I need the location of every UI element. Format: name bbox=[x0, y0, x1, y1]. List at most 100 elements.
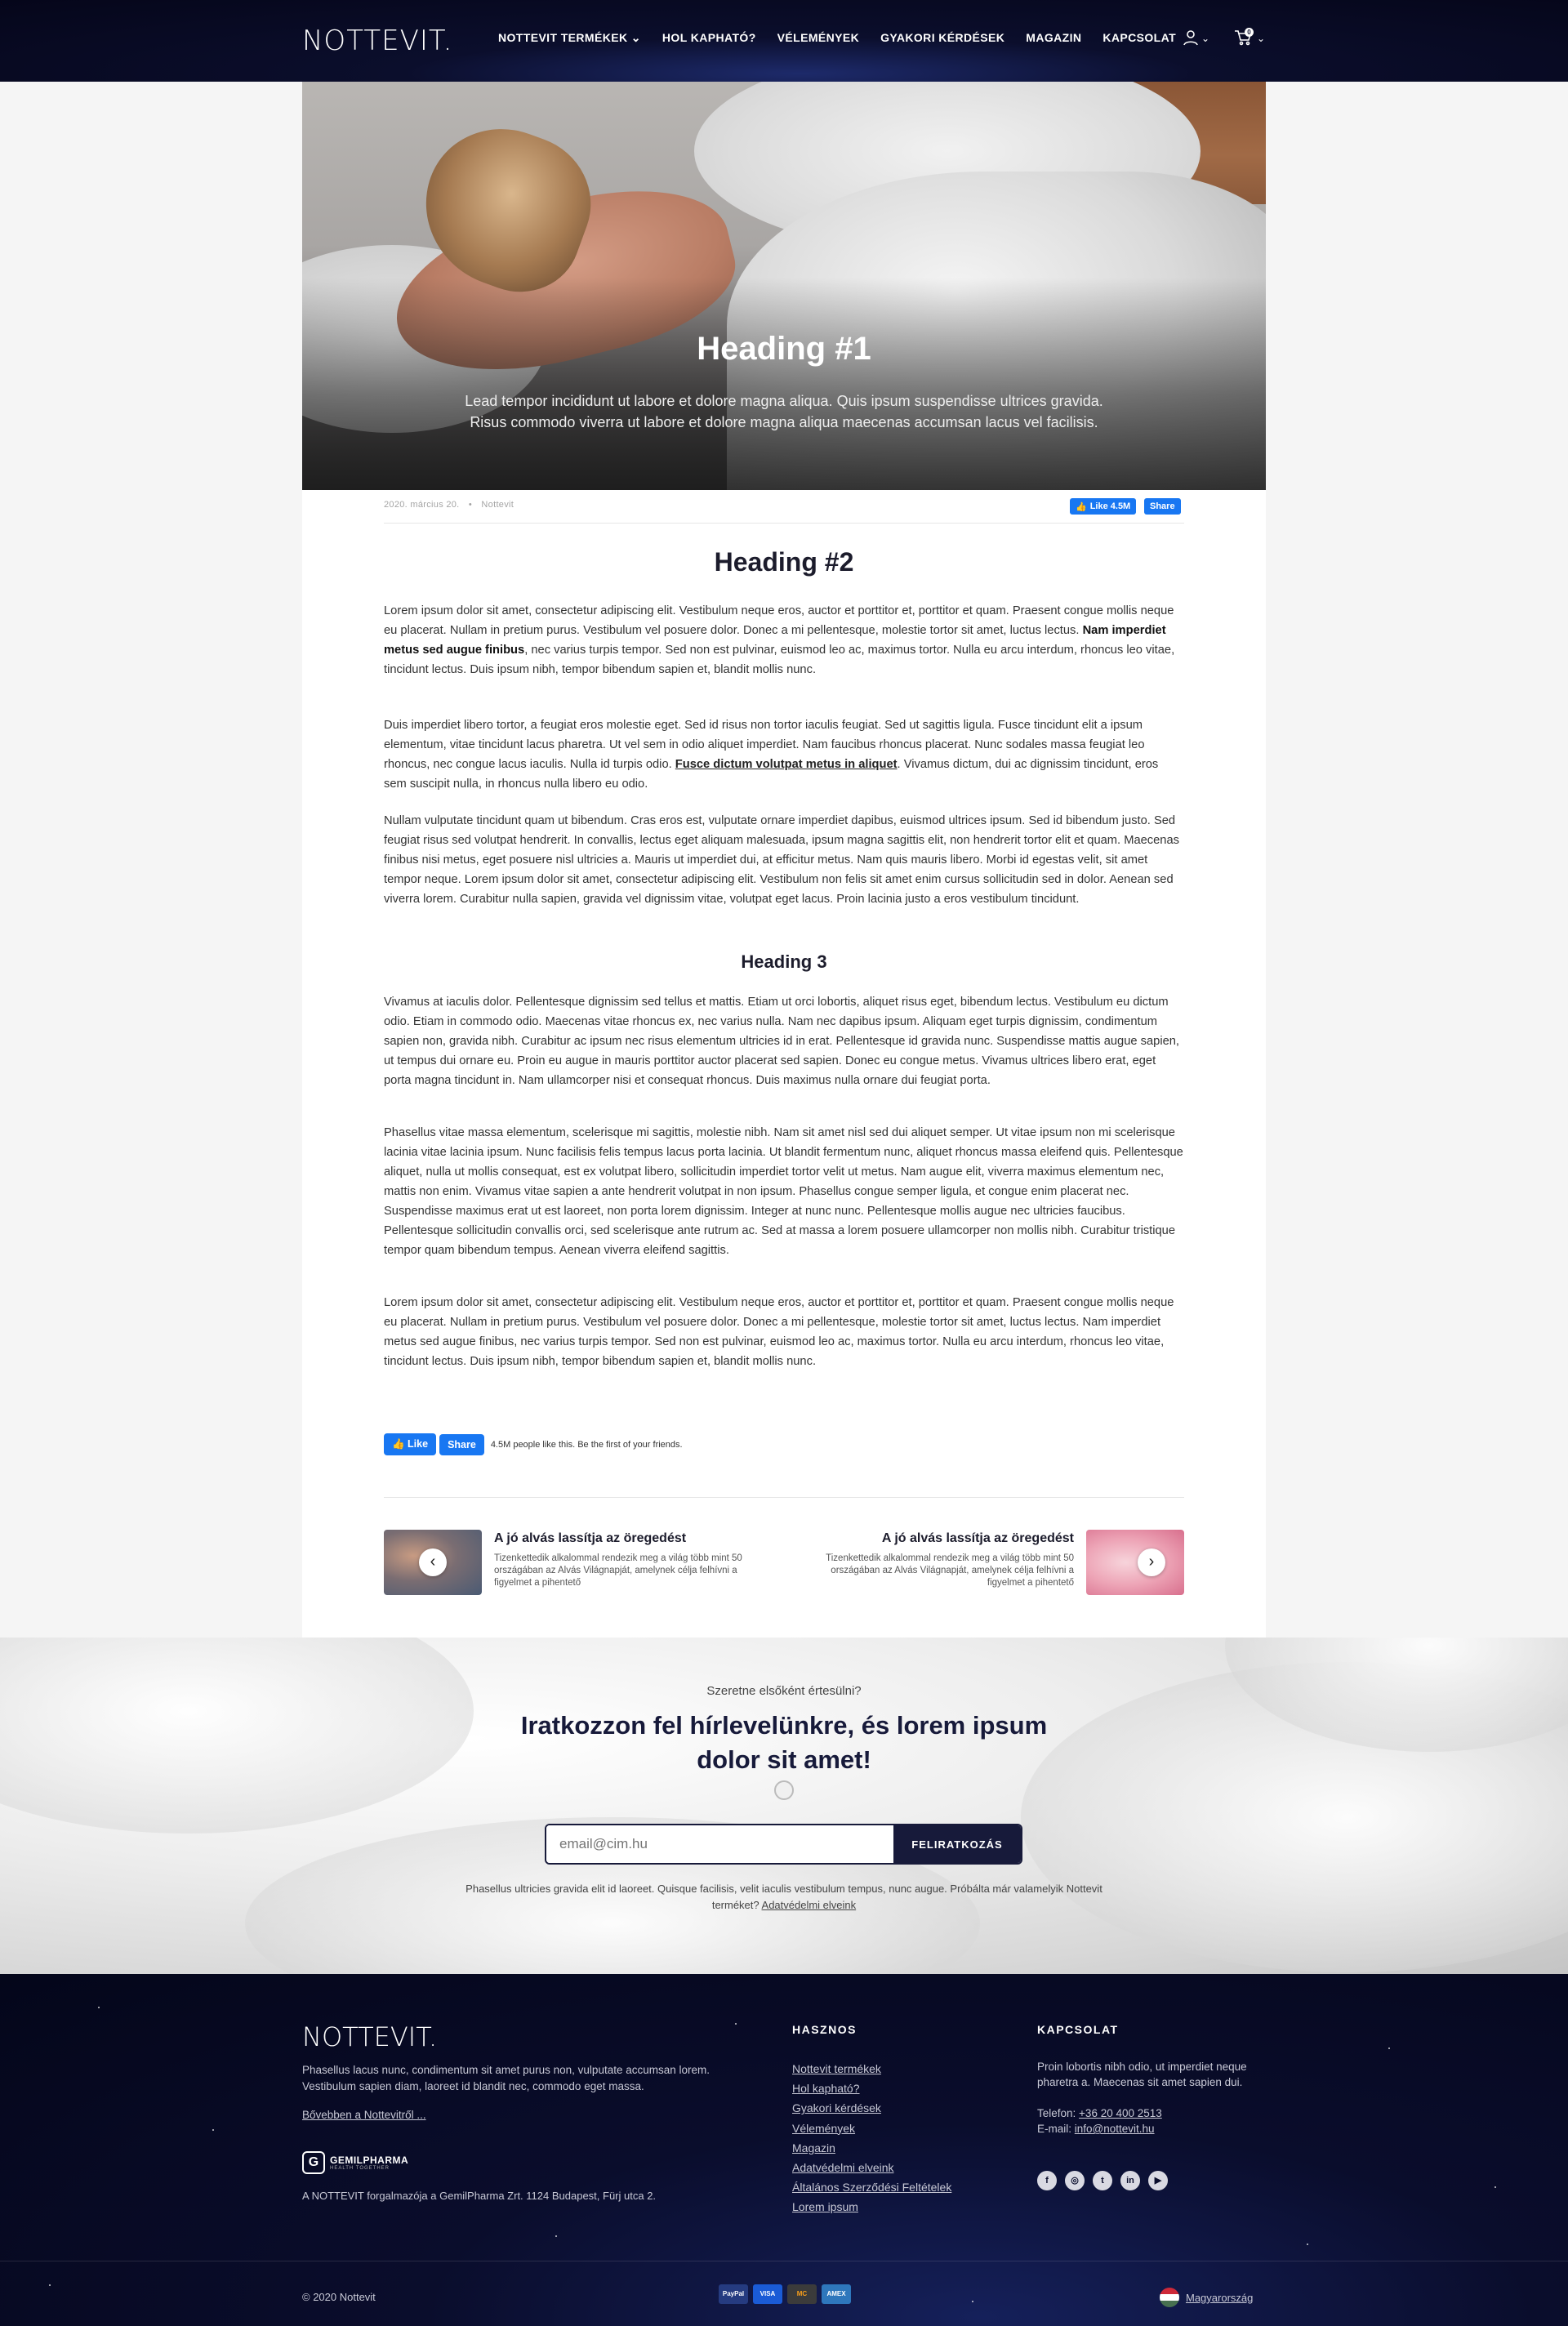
related-prev[interactable]: ‹ A jó alvás lassítja az öregedést Tizen… bbox=[384, 1530, 760, 1597]
email-link[interactable]: info@nottevit.hu bbox=[1075, 2123, 1155, 2135]
chevron-right-icon[interactable]: › bbox=[1138, 1548, 1165, 1576]
thumbs-up-icon: 👍 bbox=[1076, 501, 1087, 512]
fb-like-label: Like bbox=[408, 1438, 429, 1450]
fb-like-count: 4.5M people like this. Be the first of y… bbox=[490, 1439, 683, 1450]
youtube-icon[interactable]: ▶ bbox=[1148, 2171, 1168, 2190]
subscribe-button[interactable]: FELIRATKOZÁS bbox=[893, 1825, 1021, 1863]
user-icon[interactable] bbox=[1183, 29, 1199, 50]
visa-icon: VISA bbox=[753, 2284, 782, 2304]
nav-item-faq[interactable]: GYAKORI KÉRDÉSEK bbox=[880, 31, 1004, 45]
nav-label: NOTTEVIT TERMÉKEK bbox=[498, 31, 628, 44]
site-logo[interactable]: NOTTEVIT. bbox=[302, 25, 452, 57]
footer-link[interactable]: Lorem ipsum bbox=[792, 2197, 951, 2217]
hungary-flag-icon bbox=[1160, 2288, 1179, 2307]
related-thumbnail bbox=[1086, 1530, 1184, 1595]
email-input[interactable] bbox=[546, 1825, 893, 1863]
email-row: E-mail: info@nottevit.hu bbox=[1037, 2121, 1258, 2137]
related-title[interactable]: A jó alvás lassítja az öregedést bbox=[882, 1531, 1074, 1546]
footer-useful-links: Nottevit termékek Hol kapható? Gyakori k… bbox=[792, 2059, 951, 2217]
article-author[interactable]: Nottevit bbox=[481, 500, 514, 510]
site-header: NOTTEVIT. NOTTEVIT TERMÉKEK ⌄ HOL KAPHAT… bbox=[0, 0, 1568, 82]
cart-count-badge: 0 bbox=[1245, 28, 1254, 37]
footer-link[interactable]: Nottevit termékek bbox=[792, 2059, 951, 2079]
newsletter-subtitle: Szeretne elsőként értesülni? bbox=[706, 1684, 862, 1698]
inline-link[interactable]: Fusce dictum volutpat metus in aliquet bbox=[675, 758, 898, 771]
footer-contact: Proin lobortis nibh odio, ut imperdiet n… bbox=[1037, 2059, 1258, 2137]
gemilpharma-name: GEMILPHARMA bbox=[330, 2154, 409, 2166]
footer-link[interactable]: Adatvédelmi elveink bbox=[792, 2158, 951, 2177]
footer-link[interactable]: Hol kapható? bbox=[792, 2079, 951, 2098]
nav-item-products[interactable]: NOTTEVIT TERMÉKEK ⌄ bbox=[498, 31, 641, 45]
nav-item-magazine[interactable]: MAGAZIN bbox=[1026, 31, 1081, 45]
newsletter-section: Szeretne elsőként értesülni? Iratkozzon … bbox=[0, 1638, 1568, 1974]
payment-methods: PayPal VISA MC AMEX bbox=[719, 2284, 851, 2304]
nav-item-where-to-buy[interactable]: HOL KAPHATÓ? bbox=[662, 31, 756, 45]
linkedin-icon[interactable]: in bbox=[1120, 2171, 1140, 2190]
fb-like-button[interactable]: 👍 Like 4.5M bbox=[1070, 498, 1137, 515]
copyright: © 2020 Nottevit bbox=[302, 2291, 376, 2303]
footer-link[interactable]: Vélemények bbox=[792, 2119, 951, 2138]
sheet-fold bbox=[0, 1638, 474, 1834]
related-description: Tizenkettedik alkalommal rendezik meg a … bbox=[494, 1553, 742, 1588]
article-paragraph: Lorem ipsum dolor sit amet, consectetur … bbox=[384, 601, 1184, 680]
hero-overlay bbox=[302, 278, 1266, 490]
moon-icon bbox=[774, 1780, 794, 1800]
facebook-icon[interactable]: f bbox=[1037, 2171, 1057, 2190]
hero-title: Heading #1 bbox=[697, 331, 871, 367]
newsletter-form: FELIRATKOZÁS bbox=[545, 1824, 1022, 1865]
divider bbox=[384, 1497, 1184, 1498]
phone-row: Telefon: +36 20 400 2513 bbox=[1037, 2105, 1258, 2121]
email-label: E-mail: bbox=[1037, 2123, 1075, 2135]
divider bbox=[384, 523, 1184, 524]
gemilpharma-tagline: HEALTH TOGETHER bbox=[330, 2166, 390, 2171]
article-column: Heading #1 Lead tempor incididunt ut lab… bbox=[302, 82, 1266, 1638]
article-paragraph: Vivamus at iaculis dolor. Pellentesque d… bbox=[384, 996, 1180, 1087]
phone-label: Telefon: bbox=[1037, 2107, 1080, 2119]
footer-logo[interactable]: NOTTEVIT. bbox=[302, 2021, 437, 2052]
footer-legal: A NOTTEVIT forgalmazója a GemilPharma Zr… bbox=[302, 2190, 657, 2202]
social-links: f ◎ t in ▶ bbox=[1037, 2171, 1168, 2190]
article-date: 2020. március 20. bbox=[384, 500, 460, 510]
fb-like-button[interactable]: 👍 Like bbox=[384, 1433, 437, 1455]
footer-contact-title: KAPCSOLAT bbox=[1037, 2023, 1119, 2036]
chevron-down-icon[interactable]: ⌄ bbox=[1201, 33, 1209, 44]
chevron-left-icon[interactable]: ‹ bbox=[419, 1548, 447, 1576]
instagram-icon[interactable]: ◎ bbox=[1065, 2171, 1085, 2190]
fb-widget: 👍 Like Share 4.5M people like this. Be t… bbox=[384, 1433, 683, 1455]
hero-image: Heading #1 Lead tempor incididunt ut lab… bbox=[302, 82, 1266, 490]
related-next[interactable]: › A jó alvás lassítja az öregedést Tizen… bbox=[808, 1530, 1184, 1597]
gemilpharma-logo: G GEMILPHARMA HEALTH TOGETHER bbox=[302, 2151, 408, 2174]
nav-item-reviews[interactable]: VÉLEMÉNYEK bbox=[777, 31, 859, 45]
mastercard-icon: MC bbox=[787, 2284, 817, 2304]
related-title[interactable]: A jó alvás lassítja az öregedést bbox=[494, 1531, 686, 1546]
article-paragraph: Nullam vulputate tincidunt quam ut biben… bbox=[384, 814, 1179, 906]
fb-share-button[interactable]: Share bbox=[439, 1433, 484, 1455]
site-footer: NOTTEVIT. Phasellus lacus nunc, condimen… bbox=[0, 1974, 1568, 2326]
paypal-icon: PayPal bbox=[719, 2284, 748, 2304]
privacy-link[interactable]: Adatvédelmi elveink bbox=[762, 1899, 857, 1911]
article-heading-2: Heading #2 bbox=[714, 547, 854, 577]
fb-like-label: Like 4.5M bbox=[1089, 501, 1131, 511]
nav-item-contact[interactable]: KAPCSOLAT bbox=[1102, 31, 1176, 45]
country-selector[interactable]: Magyarország bbox=[1160, 2288, 1253, 2307]
contact-text: Proin lobortis nibh odio, ut imperdiet n… bbox=[1037, 2061, 1247, 2088]
meta-separator: • bbox=[468, 500, 473, 510]
article-paragraph: Duis imperdiet libero tortor, a feugiat … bbox=[384, 715, 1184, 794]
hero-lead: Lead tempor incididunt ut labore et dolo… bbox=[465, 393, 1103, 430]
footer-useful-title: HASZNOS bbox=[792, 2023, 857, 2036]
twitter-icon[interactable]: t bbox=[1093, 2171, 1112, 2190]
amex-icon: AMEX bbox=[822, 2284, 851, 2304]
article-paragraph: Phasellus vitae massa elementum, sceleri… bbox=[384, 1126, 1183, 1257]
paragraph-text: Lorem ipsum dolor sit amet, consectetur … bbox=[384, 604, 1174, 637]
about-link[interactable]: Bővebben a Nottevitről ... bbox=[302, 2109, 426, 2121]
gemilpharma-mark: G bbox=[302, 2151, 325, 2174]
phone-link[interactable]: +36 20 400 2513 bbox=[1079, 2107, 1162, 2119]
country-label: Magyarország bbox=[1186, 2291, 1254, 2304]
chevron-down-icon[interactable]: ⌄ bbox=[1257, 33, 1265, 44]
footer-link[interactable]: Gyakori kérdések bbox=[792, 2098, 951, 2118]
footer-link[interactable]: Magazin bbox=[792, 2138, 951, 2158]
main-nav: NOTTEVIT TERMÉKEK ⌄ HOL KAPHATÓ? VÉLEMÉN… bbox=[498, 31, 1176, 45]
fb-share-button[interactable]: Share bbox=[1144, 498, 1181, 515]
footer-link[interactable]: Általános Szerződési Feltételek bbox=[792, 2177, 951, 2197]
chevron-down-icon: ⌄ bbox=[630, 31, 641, 44]
